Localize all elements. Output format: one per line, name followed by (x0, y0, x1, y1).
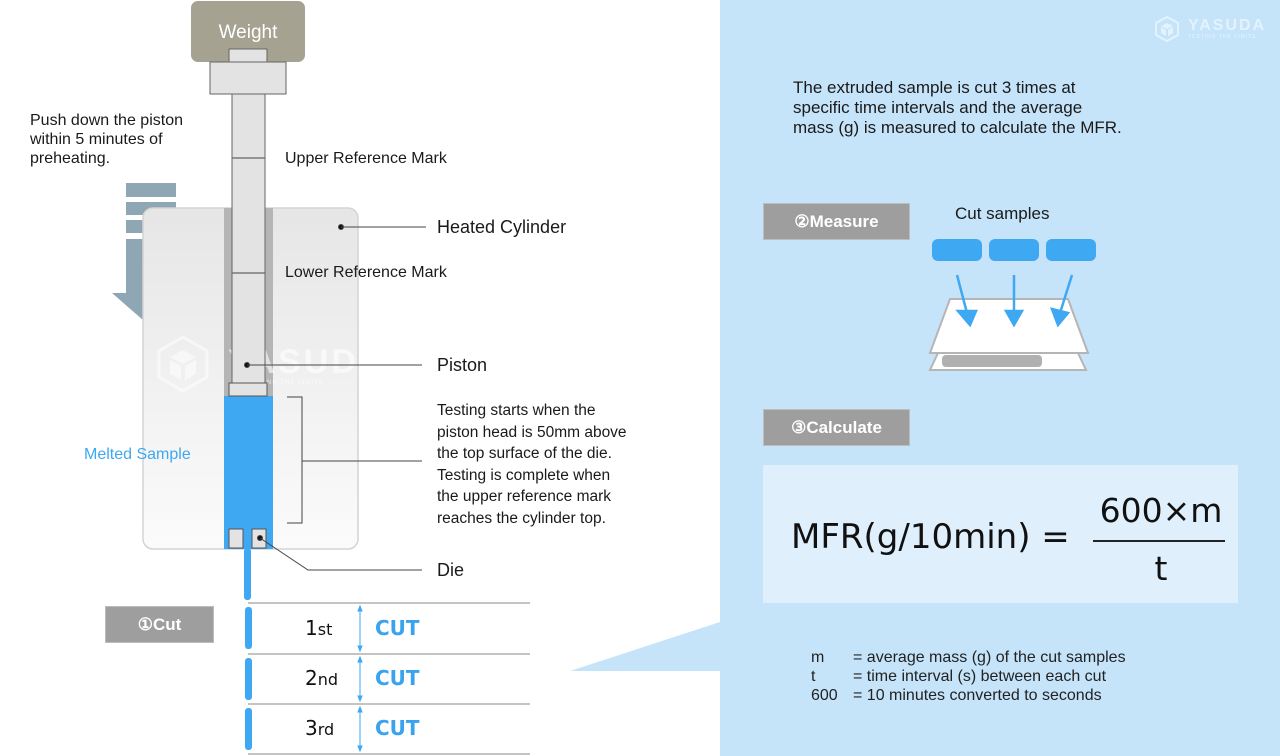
step-cut-badge: ①Cut (105, 606, 214, 643)
fraction-bar (1093, 540, 1225, 542)
scale-plate (928, 298, 1090, 354)
cut-action: CUT (375, 716, 420, 740)
step-calculate-badge: ③Calculate (763, 409, 910, 446)
legend-symbol: 600 (811, 687, 838, 704)
legend-symbol: t (811, 668, 816, 685)
lower-reference-label: Lower Reference Mark (285, 264, 447, 281)
cut-segment-2 (245, 658, 252, 700)
cut-sample-1 (932, 239, 982, 261)
formula-denominator: t (1154, 549, 1168, 588)
weight-label: Weight (219, 22, 279, 43)
legend-row: m = average mass (g) of the cut samples (811, 648, 1126, 667)
testing-note: Testing starts when the piston head is 5… (437, 402, 627, 527)
piston-rod (231, 93, 266, 385)
piston-label: Piston (437, 355, 488, 375)
legend-definition: = average mass (g) of the cut samples (853, 649, 1126, 666)
scale-illustration (928, 239, 1096, 371)
cut-row-1: 1st (305, 616, 332, 640)
cut-ordinal: 3 (305, 716, 318, 740)
cut-sample-2 (989, 239, 1039, 261)
cut-ordinal-suffix: rd (317, 720, 335, 739)
formula-lhs: MFR(g/10min) = (791, 517, 1070, 557)
cut-action: CUT (375, 616, 420, 640)
cut-ordinal: 2 (305, 666, 318, 690)
cut-action: CUT (375, 666, 420, 690)
interval-arrows (357, 604, 363, 753)
heated-cylinder-label: Heated Cylinder (437, 217, 567, 237)
intro-text: The extruded sample is cut 3 times at sp… (793, 78, 1122, 137)
legend-row: 600 = 10 minutes converted to seconds (811, 686, 1126, 705)
legend-row: t = time interval (s) between each cut (811, 667, 1126, 686)
push-note: Push down the piston within 5 minutes of… (30, 112, 183, 167)
formula-numerator: 600×m (1099, 491, 1223, 530)
melted-sample-label: Melted Sample (84, 446, 191, 463)
cut-ordinal-suffix: st (317, 620, 333, 639)
piston-collar (209, 61, 287, 95)
cut-samples-label: Cut samples (955, 204, 1050, 223)
extrudate (244, 548, 251, 600)
step-measure-badge: ②Measure (763, 203, 910, 240)
upper-reference-label: Upper Reference Mark (285, 150, 447, 167)
scale-display (942, 355, 1042, 367)
brand-tagline: TESTING THE LIMITS (1188, 34, 1257, 40)
brand-name: YASUDA (1188, 17, 1267, 34)
brand-logo: YASUDA TESTING THE LIMITS (1152, 14, 1266, 44)
cut-segment-3 (245, 708, 252, 750)
legend-symbol: m (811, 649, 825, 666)
legend-definition: = time interval (s) between each cut (853, 668, 1107, 685)
cut-row-2: 2nd (305, 666, 338, 690)
cut-ordinal: 1 (305, 616, 318, 640)
legend-definition: = 10 minutes converted to seconds (853, 687, 1102, 704)
piston-head (228, 382, 268, 397)
melted-sample (224, 396, 273, 549)
formula-box: MFR(g/10min) = 600×m t (763, 465, 1238, 603)
cut-segment-1 (245, 607, 252, 649)
cube-logo-icon (1155, 15, 1179, 43)
cut-sample-3 (1046, 239, 1096, 261)
die-label: Die (437, 560, 465, 580)
die-left (228, 528, 244, 549)
cut-row-3: 3rd (305, 716, 334, 740)
cut-ordinal-suffix: nd (317, 670, 339, 689)
variable-legend: m = average mass (g) of the cut samples t… (811, 648, 1126, 705)
